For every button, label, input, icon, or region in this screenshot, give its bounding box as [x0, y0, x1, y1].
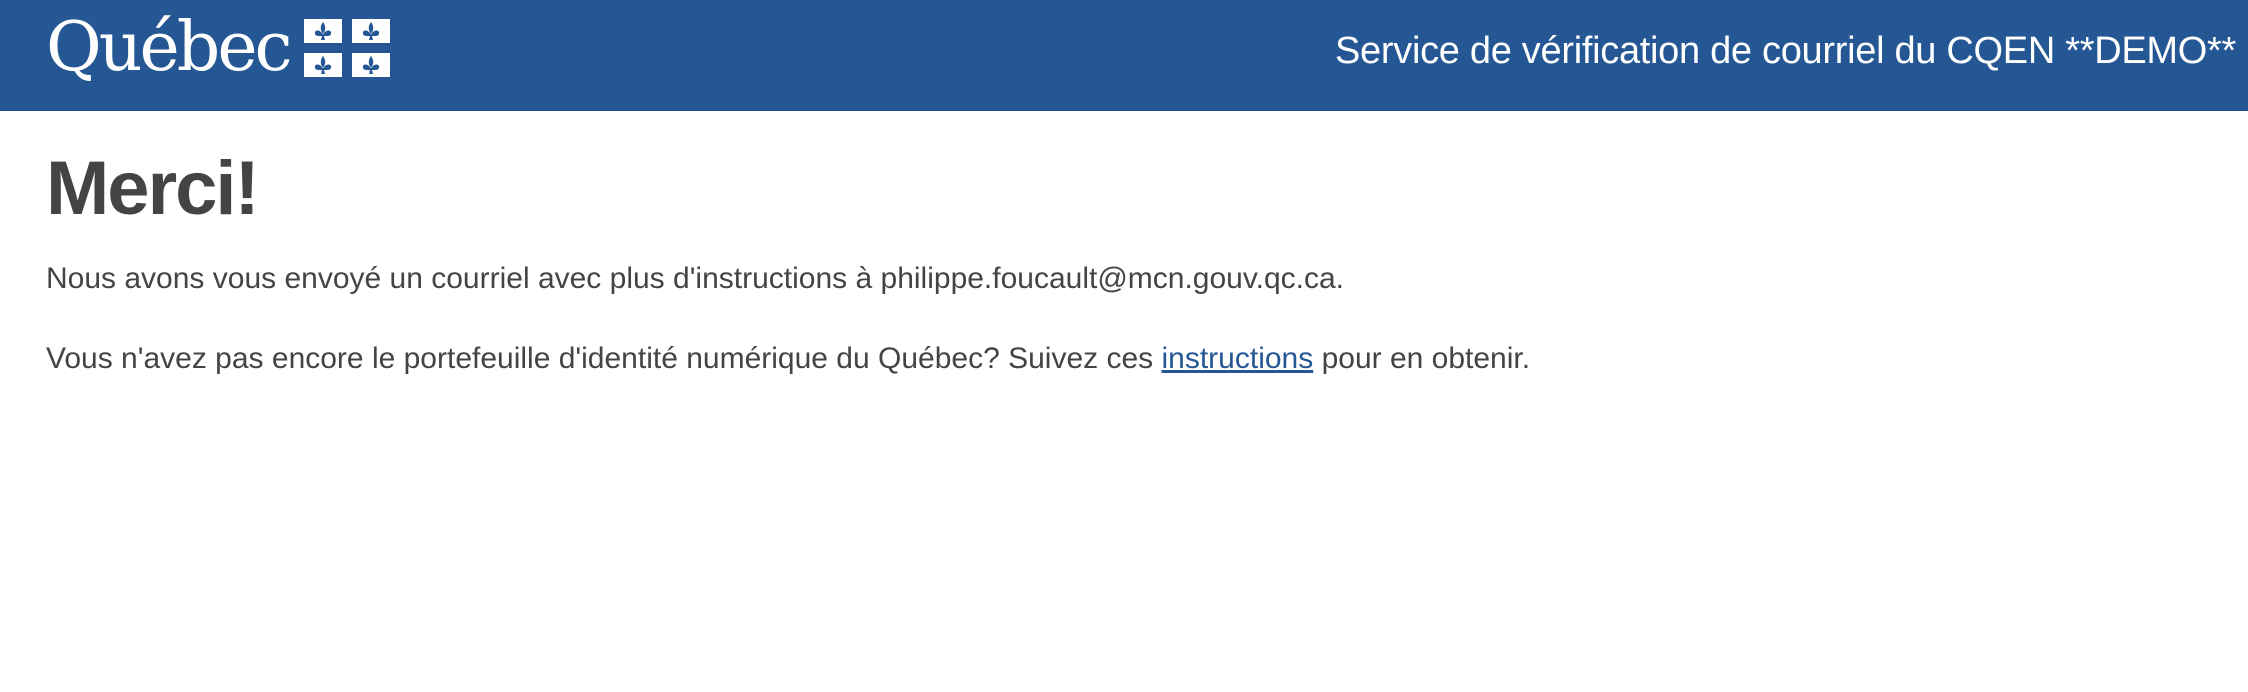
- wallet-text-end: pour en obtenir.: [1313, 342, 1531, 375]
- fleurdelise-flag-icon: [303, 19, 390, 77]
- confirmation-text: Nous avons vous envoyé un courriel avec …: [46, 262, 881, 295]
- confirmation-message: Nous avons vous envoyé un courriel avec …: [46, 259, 2196, 299]
- page-header: Québec Service de vérification de courri…: [0, 0, 2248, 111]
- quebec-logo[interactable]: Québec: [46, 12, 390, 92]
- service-title: Service de vérification de courriel du C…: [1335, 30, 2236, 72]
- email-address: philippe.foucault@mcn.gouv.qc.ca: [880, 262, 1336, 295]
- instructions-link[interactable]: instructions: [1162, 342, 1314, 375]
- main-content: Merci! Nous avons vous envoyé un courrie…: [46, 111, 2196, 379]
- confirmation-text-end: .: [1335, 262, 1345, 295]
- wallet-message: Vous n'avez pas encore le portefeuille d…: [46, 339, 2196, 379]
- wallet-text: Vous n'avez pas encore le portefeuille d…: [46, 342, 1162, 375]
- page-title: Merci!: [46, 146, 260, 231]
- quebec-logo-wordmark: Québec: [46, 8, 293, 87]
